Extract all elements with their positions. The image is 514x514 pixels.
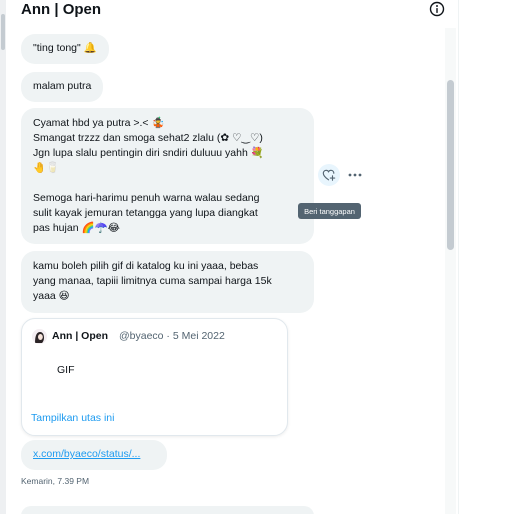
message-text: malam putra [33,80,92,92]
message-text: "ting tong" 🔔 [33,42,97,54]
more-icon[interactable] [348,170,362,180]
message-line: sulit kayak jemuran tetangga yang lupa d… [33,207,258,219]
quoted-author-handle-date: @byaeco · 5 Mei 2022 [119,330,225,342]
message-line: Cyamat hbd ya putra >.< 🤹 [33,117,165,129]
show-thread-link[interactable]: Tampilkan utas ini [31,412,114,424]
message-line: Jgn lupa slalu pentingin diri sndiri dul… [33,147,264,159]
message-bubble-next[interactable] [21,506,314,514]
conversation-scrollbar[interactable] [445,28,456,514]
message-bubble-ting-tong[interactable]: "ting tong" 🔔 [21,34,109,64]
react-tooltip: Beri tanggapan [298,203,361,219]
message-bubble-birthday[interactable]: Cyamat hbd ya putra >.< 🤹 Smangat trzzz … [21,108,314,244]
quoted-post-card[interactable]: Ann | Open @byaeco · 5 Mei 2022 GIF Tamp… [21,318,288,436]
message-line: yang manaa, tapiii limitnya cuma sampai … [33,275,272,287]
conversation-panel: Ann | Open "ting tong" 🔔 malam putra Cya… [6,0,458,514]
message-line: 🤚🥛 [33,162,60,174]
info-icon[interactable] [429,1,445,17]
message-timestamp: Kemarin, 7.39 PM [21,476,90,486]
quoted-post-body: GIF [57,364,75,376]
add-reaction-button[interactable] [318,164,340,186]
conversation-header: Ann | Open [6,0,458,22]
message-line: kamu boleh pilih gif di katalog ku ini y… [33,260,259,272]
message-line: Smangat trzzz dan smoga sehat2 zlalu (✿ … [33,132,263,144]
left-scrollbar-thumb[interactable] [1,14,5,50]
message-line: pas hujan 🌈☂️😂 [33,222,120,234]
message-line: yaaa 😆 [33,290,70,302]
quoted-author-name[interactable]: Ann | Open [52,330,108,342]
heart-plus-icon [322,169,336,181]
right-blank-area [458,0,514,514]
conversation-title: Ann | Open [21,1,102,18]
message-bubble-gif-catalog[interactable]: kamu boleh pilih gif di katalog ku ini y… [21,251,314,313]
conversation-scrollbar-thumb[interactable] [447,80,454,250]
message-line-break [33,176,302,191]
message-line: Semoga hari-harimu penuh warna walau sed… [33,192,260,204]
status-link[interactable]: x.com/byaeco/status/... [21,440,167,470]
avatar[interactable] [32,329,47,344]
message-bubble-malam-putra[interactable]: malam putra [21,72,104,102]
